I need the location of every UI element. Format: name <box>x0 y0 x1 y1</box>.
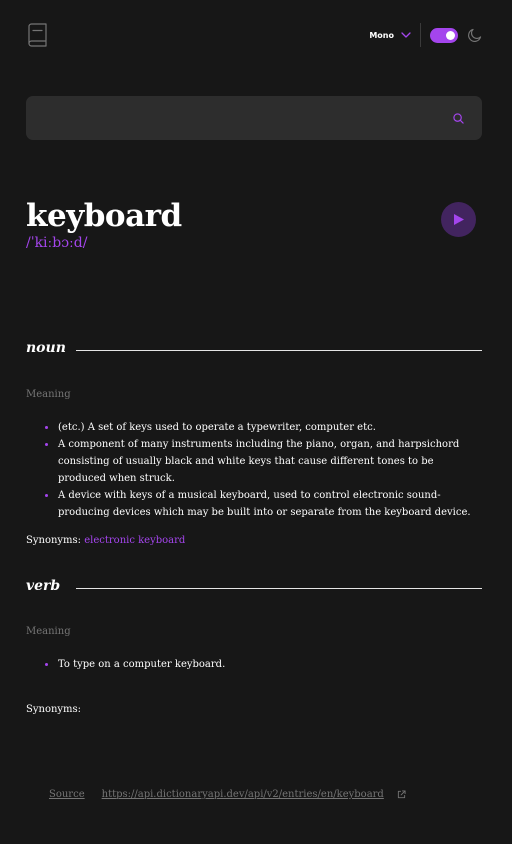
chevron-down-icon <box>401 32 411 38</box>
font-select-label: Mono <box>369 30 394 40</box>
source-label: Source <box>49 789 85 800</box>
source-link[interactable]: https://api.dictionaryapi.dev/api/v2/ent… <box>102 789 384 800</box>
definition-list-verb: To type on a computer keyboard. <box>45 656 482 673</box>
synonyms-verb: Synonyms: <box>26 704 81 715</box>
synonyms-label: Synonyms: <box>26 704 82 715</box>
phonetic: /ˈkiːbɔːd/ <box>26 235 88 251</box>
search-bar <box>26 96 482 140</box>
book-icon[interactable] <box>26 23 48 47</box>
definition-list-noun: (etc.) A set of keys used to operate a t… <box>45 419 482 521</box>
search-icon[interactable] <box>453 113 464 124</box>
section-divider-verb <box>76 588 482 589</box>
header-divider <box>420 23 421 47</box>
synonyms-label: Synonyms: <box>26 535 82 546</box>
moon-icon[interactable] <box>467 28 482 43</box>
part-of-speech-noun: noun <box>26 340 66 356</box>
meaning-label-verb: Meaning <box>26 626 71 637</box>
synonyms-noun: Synonyms: electronic keyboard <box>26 535 185 546</box>
external-link-icon[interactable] <box>397 790 406 799</box>
section-divider-noun <box>76 350 482 351</box>
header-controls: Mono <box>369 22 482 48</box>
word-title: keyboard <box>26 198 182 234</box>
play-icon <box>454 214 464 225</box>
definition-item: (etc.) A set of keys used to operate a t… <box>45 419 482 436</box>
theme-toggle-knob <box>446 30 455 40</box>
part-of-speech-verb: verb <box>26 578 61 594</box>
synonym-link[interactable]: electronic keyboard <box>84 535 185 546</box>
play-button[interactable] <box>441 202 476 237</box>
meaning-label-noun: Meaning <box>26 389 71 400</box>
definition-item: A component of many instruments includin… <box>45 436 482 487</box>
definition-item: To type on a computer keyboard. <box>45 656 482 673</box>
source-footer: Source https://api.dictionaryapi.dev/api… <box>49 789 406 800</box>
search-input[interactable] <box>26 96 446 140</box>
theme-toggle[interactable] <box>430 27 458 43</box>
header: Mono <box>26 22 482 48</box>
font-select[interactable]: Mono <box>369 31 411 40</box>
definition-item: A device with keys of a musical keyboard… <box>45 487 482 521</box>
